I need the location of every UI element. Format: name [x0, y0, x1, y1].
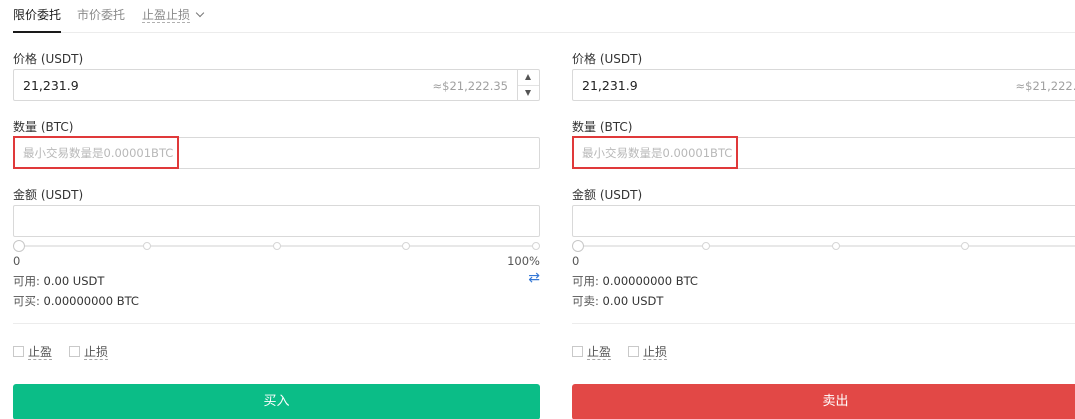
buy-price-value: 21,231.9	[23, 78, 79, 93]
buy-amount-field	[13, 205, 540, 237]
swap-icon[interactable]: ⇄	[528, 270, 540, 286]
sell-percentage-slider[interactable]	[572, 240, 1075, 252]
slider-min-label: 0	[572, 254, 580, 268]
sell-quantity-field	[572, 137, 1075, 169]
sell-amount-field	[572, 205, 1075, 237]
price-label: 价格 (USDT)	[572, 52, 643, 66]
buy-percentage-slider[interactable]	[13, 240, 540, 252]
slider-max-label: 100%	[507, 254, 540, 268]
buy-price-approx: ≈$21,222.35	[432, 79, 508, 93]
take-profit-checkbox[interactable]: 止盈	[572, 343, 612, 360]
slider-track	[576, 245, 1075, 247]
divider	[13, 323, 540, 324]
quantity-label: 数量 (BTC)	[13, 120, 74, 134]
slider-handle[interactable]	[13, 240, 25, 252]
checkbox-icon	[69, 346, 80, 357]
tab-take-profit-stop-loss[interactable]: 止盈止损	[142, 6, 205, 23]
buy-button[interactable]: 买入	[13, 384, 540, 419]
stop-loss-checkbox[interactable]: 止损	[69, 343, 109, 360]
caret-down-icon	[525, 90, 531, 96]
slider-tick-25[interactable]	[143, 242, 151, 250]
divider	[572, 323, 1075, 324]
sell-quantity-input[interactable]	[573, 138, 1075, 168]
sell-amount-input[interactable]	[573, 206, 1075, 236]
sell-price-approx: ≈$21,222.35	[1015, 79, 1075, 93]
sell-panel: 价格 (USDT) 21,231.9 ≈$21,222.35 数量 (BTC) …	[572, 33, 1075, 419]
chevron-down-icon	[195, 8, 205, 18]
slider-handle[interactable]	[572, 240, 584, 252]
available-balance: 可用: 0.00 USDT	[13, 274, 105, 288]
amount-label: 金额 (USDT)	[13, 188, 84, 202]
buy-amount-input[interactable]	[14, 206, 539, 236]
order-type-tabs: 限价委托 市价委托 止盈止损	[13, 0, 1075, 33]
take-profit-checkbox[interactable]: 止盈	[13, 343, 53, 360]
quantity-label: 数量 (BTC)	[572, 120, 633, 134]
price-stepper	[517, 70, 539, 100]
checkbox-icon	[13, 346, 24, 357]
tab-limit-order[interactable]: 限价委托	[13, 6, 62, 33]
available-balance: 可用: 0.00000000 BTC	[572, 274, 698, 288]
slider-tick-50[interactable]	[273, 242, 281, 250]
slider-tick-75[interactable]	[961, 242, 969, 250]
max-buy: 可买: 0.00000000 BTC	[13, 294, 139, 308]
stop-loss-checkbox[interactable]: 止损	[628, 343, 668, 360]
slider-tick-75[interactable]	[402, 242, 410, 250]
slider-min-label: 0	[13, 254, 21, 268]
buy-quantity-input[interactable]	[14, 138, 539, 168]
decrement-button[interactable]	[518, 85, 539, 100]
amount-label: 金额 (USDT)	[572, 188, 643, 202]
sell-price-input[interactable]: 21,231.9 ≈$21,222.35	[572, 69, 1075, 101]
tab-market-order[interactable]: 市价委托	[77, 6, 125, 23]
buy-panel: 价格 (USDT) 21,231.9 ≈$21,222.35 数量 (BTC) …	[13, 33, 540, 419]
price-label: 价格 (USDT)	[13, 52, 84, 66]
sell-price-value: 21,231.9	[582, 78, 638, 93]
buy-price-input[interactable]: 21,231.9 ≈$21,222.35	[13, 69, 540, 101]
slider-tick-100[interactable]	[532, 242, 540, 250]
buy-quantity-field	[13, 137, 540, 169]
checkbox-icon	[628, 346, 639, 357]
caret-up-icon	[525, 74, 531, 80]
slider-tick-25[interactable]	[702, 242, 710, 250]
max-sell: 可卖: 0.00 USDT	[572, 294, 664, 308]
increment-button[interactable]	[518, 70, 539, 85]
sell-button[interactable]: 卖出	[572, 384, 1075, 419]
slider-tick-50[interactable]	[832, 242, 840, 250]
checkbox-icon	[572, 346, 583, 357]
